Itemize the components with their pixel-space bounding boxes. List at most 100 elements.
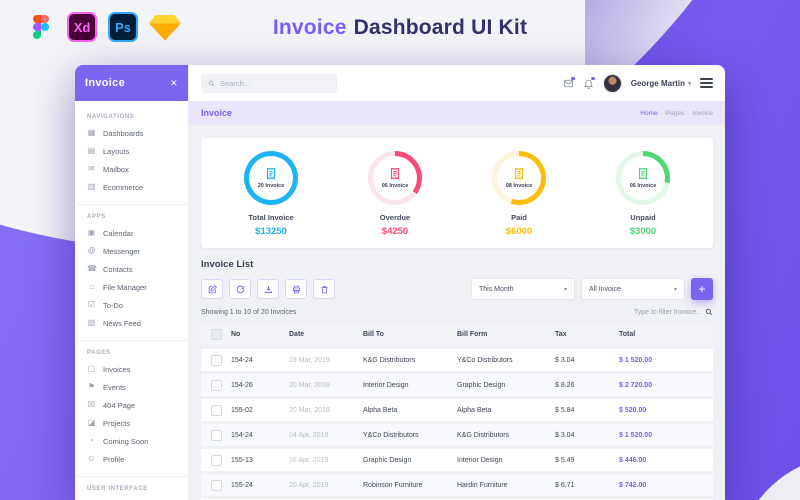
cell-date: 04 Apr, 2018	[289, 432, 363, 439]
table-row[interactable]: 154-26 20 Mar, 2018 Interior Design Grap…	[201, 374, 713, 396]
sidebar-item-events[interactable]: ⚑Events	[75, 378, 188, 396]
sidebar-brand: Invoice ✕	[75, 65, 188, 101]
download-button[interactable]	[257, 279, 279, 299]
hamburger-menu-icon[interactable]	[700, 78, 713, 88]
stat-card-unpaid: 06 Invoice Unpaid $3000	[581, 151, 705, 237]
sidebar-item-dashboards[interactable]: ▦Dashboards	[75, 124, 188, 142]
notifications-button[interactable]	[583, 78, 594, 89]
column-header-no: No	[231, 331, 289, 338]
sidebar-item-to-do[interactable]: ☑To-Do	[75, 296, 188, 314]
sidebar-item-layouts[interactable]: ▤Layouts	[75, 142, 188, 160]
row-checkbox[interactable]	[211, 355, 222, 366]
edit-button[interactable]	[201, 279, 223, 299]
adobe-xd-logo: Xd	[67, 12, 97, 42]
sidebar-item-label: Profile	[103, 455, 124, 464]
table-row[interactable]: 155-13 16 Apr, 2019 Graphic Design Inter…	[201, 449, 713, 471]
table-row[interactable]: 155-02 20 Mar, 2018 Alpha Beta Alpha Bet…	[201, 399, 713, 421]
sidebar-item-coming-soon[interactable]: ◔Coming Soon	[75, 432, 188, 450]
stat-value: $13250	[209, 226, 333, 237]
sidebar-close-icon[interactable]: ✕	[170, 78, 178, 89]
brand-label: Invoice	[85, 77, 125, 89]
page-title: Invoice	[201, 108, 232, 118]
contacts-icon: ☎	[87, 265, 96, 273]
sidebar-item-projects[interactable]: ◪ Projects	[75, 414, 188, 432]
chevron-down-icon: ▾	[564, 286, 567, 293]
messages-button[interactable]	[563, 78, 574, 89]
cell-tax: $ 3.04	[555, 432, 619, 439]
column-header-bill-to: Bill To	[363, 331, 457, 338]
print-button[interactable]	[285, 279, 307, 299]
events-icon: ⚑	[87, 383, 96, 391]
search-input[interactable]: Search...	[201, 74, 337, 93]
projects-icon: ◪	[87, 419, 96, 427]
sidebar-section-label: USER INTERFACE	[75, 477, 188, 496]
cell-total: $ 520.00	[619, 407, 713, 414]
table-row[interactable]: 154-24 03 Mar, 2019 K&G Distributors Y&C…	[201, 349, 713, 371]
file-manager-icon: ⌂	[87, 283, 96, 291]
promo-title-rest: Dashboard UI Kit	[354, 16, 528, 39]
news-feed-icon: ▧	[87, 319, 96, 327]
cell-total: $ 446.00	[619, 457, 713, 464]
row-checkbox[interactable]	[211, 455, 222, 466]
sidebar-item-calendar[interactable]: ▣Calendar	[75, 224, 188, 242]
sidebar-nav: NAVIGATIONS▦Dashboards▤Layouts✉Mailbox▥E…	[75, 101, 188, 500]
dashboards-icon: ▦	[87, 129, 96, 137]
stat-value: $3000	[581, 226, 705, 237]
month-filter-select[interactable]: This Month ▾	[471, 278, 575, 300]
mailbox-icon: ✉	[87, 165, 96, 173]
select-all-checkbox[interactable]	[211, 329, 222, 340]
cell-tax: $ 8.26	[555, 382, 619, 389]
stat-ring: 06 Invoice	[368, 151, 422, 205]
breadcrumb-item[interactable]: Home	[640, 110, 657, 117]
refresh-button[interactable]	[229, 279, 251, 299]
layouts-icon: ▤	[87, 147, 96, 155]
cell-date: 20 Mar, 2018	[289, 407, 363, 414]
promo-title: InvoiceDashboard UI Kit	[180, 16, 620, 40]
cell-total: $ 2 720.00	[619, 382, 713, 389]
row-checkbox[interactable]	[211, 405, 222, 416]
sidebar-item-label: Projects	[103, 419, 130, 428]
cell-bill-form: K&G Distributors	[457, 432, 555, 439]
sidebar-item-file-manager[interactable]: ⌂File Manager	[75, 278, 188, 296]
invoice-type-select[interactable]: All Invoice ▾	[581, 278, 685, 300]
add-invoice-button[interactable]: +	[691, 278, 713, 300]
sidebar-item-profile[interactable]: ☺Profile	[75, 450, 188, 468]
cell-bill-to: Interior Design	[363, 382, 457, 389]
promo-stage: Xd Ps InvoiceDashboard UI Kit Invoice ✕ …	[0, 0, 800, 500]
table-row[interactable]: 155-24 20 Apr, 2019 Robinson Furniture H…	[201, 474, 713, 496]
month-filter-value: This Month	[479, 286, 514, 293]
sidebar-item-invoices[interactable]: ▢Invoices	[75, 360, 188, 378]
sidebar-item-label: News Feed	[103, 319, 141, 328]
breadcrumb-item[interactable]: Invoice	[692, 110, 713, 117]
stat-count: 20 Invoice	[258, 183, 285, 189]
stat-card-overdue: 06 Invoice Overdue $4250	[333, 151, 457, 237]
receipt-icon	[512, 167, 526, 181]
invoices-icon: ▢	[87, 365, 96, 373]
sidebar-item-contacts[interactable]: ☎Contacts	[75, 260, 188, 278]
user-menu[interactable]: George Martin ▾	[631, 79, 691, 88]
row-checkbox[interactable]	[211, 380, 222, 391]
row-checkbox[interactable]	[211, 480, 222, 491]
user-avatar[interactable]	[603, 74, 622, 93]
filter-input[interactable]: Type to filter Invoice..	[634, 308, 713, 316]
table-row[interactable]: 154-24 04 Apr, 2018 Y&Co Distributors K&…	[201, 424, 713, 446]
sidebar-item-messenger[interactable]: @Messenger	[75, 242, 188, 260]
sidebar-item-label: Mailbox	[103, 165, 129, 174]
delete-icon	[320, 285, 329, 294]
sidebar-item-404-page[interactable]: ☒404 Page	[75, 396, 188, 414]
delete-button[interactable]	[313, 279, 335, 299]
row-checkbox[interactable]	[211, 430, 222, 441]
sidebar-item-news-feed[interactable]: ▧ News Feed	[75, 314, 188, 332]
sidebar-section: PAGES▢Invoices⚑Events☒404 Page◪Projects◔…	[75, 340, 188, 472]
messages-badge	[571, 77, 575, 81]
breadcrumb-item[interactable]: Pages	[666, 110, 684, 117]
app-logos: Xd Ps	[26, 12, 181, 42]
cell-tax: $ 5.49	[555, 457, 619, 464]
404-page-icon: ☒	[87, 401, 96, 409]
table-body: 154-24 03 Mar, 2019 K&G Distributors Y&C…	[201, 349, 713, 500]
cell-tax: $ 3.04	[555, 357, 619, 364]
sidebar-item-ecommerce[interactable]: ▥Ecommerce	[75, 178, 188, 196]
cell-date: 03 Mar, 2019	[289, 357, 363, 364]
sidebar-item-mailbox[interactable]: ✉ Mailbox	[75, 160, 188, 178]
edit-icon	[208, 285, 217, 294]
